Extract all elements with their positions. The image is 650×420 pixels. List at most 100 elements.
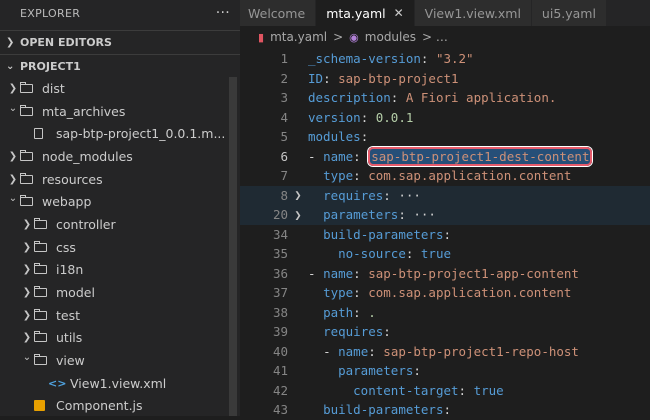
- line-number: 1: [280, 51, 288, 67]
- code-line[interactable]: 20 ❯ parameters: ···: [240, 205, 650, 225]
- tree-item-component-js[interactable]: Component.js: [0, 395, 240, 418]
- tree-item-label: sap-btp-project1_0.0.1.m...: [56, 126, 226, 142]
- breadcrumb: ▮ mta.yaml > ◉ modules > …: [240, 26, 650, 48]
- folder-icon-shape: [34, 263, 47, 275]
- tab-welcome[interactable]: Welcome: [240, 0, 317, 26]
- code-line[interactable]: 2 ID: sap-btp-project1: [240, 69, 650, 89]
- folder-icon: [20, 104, 38, 116]
- explorer-scrollbar[interactable]: [229, 77, 237, 416]
- tree-item-utils[interactable]: ❯ utils: [0, 327, 240, 350]
- tab-view1-view-xml[interactable]: View1.view.xml: [414, 0, 532, 26]
- tree-item-test[interactable]: ❯ test: [0, 304, 240, 327]
- tree-item-label: mta_archives: [42, 103, 126, 119]
- project-section[interactable]: ⌄ PROJECT1: [0, 54, 240, 77]
- code-line[interactable]: 34 build-parameters:: [240, 225, 650, 245]
- tree-item-sap-btp-project1-0-0-1-m[interactable]: sap-btp-project1_0.0.1.m...: [0, 122, 240, 145]
- code-line[interactable]: 4 version: 0.0.1: [240, 108, 650, 128]
- chevron-down-icon: ⌄: [6, 60, 15, 72]
- tree-item-label: css: [56, 239, 76, 255]
- file-icon: [34, 128, 52, 140]
- code-text: build-parameters:: [323, 226, 452, 242]
- close-icon[interactable]: ✕: [394, 6, 404, 20]
- chevron-right-icon: ❯: [22, 287, 32, 299]
- code-line[interactable]: 1 _schema-version: "3.2": [240, 49, 650, 69]
- tree-item-controller[interactable]: ❯ controller: [0, 213, 240, 236]
- code-line[interactable]: 40 - name: sap-btp-project1-repo-host: [240, 342, 650, 362]
- breadcrumb-more[interactable]: > …: [422, 30, 448, 44]
- chevron-down-icon: ⌄: [8, 193, 18, 205]
- code-line[interactable]: 8 ❯ requires: ···: [240, 185, 650, 205]
- tree-item-view[interactable]: ⌄ view: [0, 349, 240, 372]
- code-editor[interactable]: 1 _schema-version: "3.2" 2 ID: sap-btp-proj…: [240, 49, 650, 420]
- chevron-right-icon: ❯: [8, 82, 18, 94]
- chevron-right-icon: ❯: [8, 150, 18, 162]
- editor-tabs: Welcome mta.yaml ✕ View1.view.xml ui5.yaml: [240, 0, 650, 26]
- code-text: parameters:: [338, 363, 421, 379]
- fold-chevron-icon[interactable]: ❯: [288, 208, 308, 222]
- folder-icon: [20, 195, 38, 207]
- code-text: - name: sap-btp-project1-repo-host: [323, 343, 579, 359]
- code-line[interactable]: 7 type: com.sap.application.content: [240, 166, 650, 186]
- tree-item-model[interactable]: ❯ model: [0, 281, 240, 304]
- folder-icon-shape: [20, 104, 33, 116]
- tree-item-node-modules[interactable]: ❯ node_modules: [0, 145, 240, 168]
- folder-icon-shape: [34, 286, 47, 298]
- tab-ui5-yaml[interactable]: ui5.yaml: [531, 0, 607, 26]
- folder-icon-shape: [34, 240, 47, 252]
- tree-item-webapp[interactable]: ⌄ webapp: [0, 190, 240, 213]
- xml-file-icon: <>: [48, 377, 66, 390]
- tree-item-resources[interactable]: ❯ resources: [0, 168, 240, 191]
- line-number: 7: [280, 168, 288, 184]
- breadcrumb-section[interactable]: modules: [365, 30, 416, 44]
- line-number: 2: [280, 70, 288, 86]
- code-line[interactable]: 35 no-source: true: [240, 244, 650, 264]
- chevron-down-icon: ⌄: [22, 352, 32, 364]
- folder-icon: [20, 81, 38, 93]
- folder-icon-shape: [20, 195, 33, 207]
- tree-item-i18n[interactable]: ❯ i18n: [0, 259, 240, 282]
- code-line[interactable]: 38 path: .: [240, 303, 650, 323]
- line-number: 6: [280, 148, 288, 164]
- tab-mta-yaml[interactable]: mta.yaml ✕: [316, 0, 415, 26]
- code-text: - name: sap-btp-project1-app-content: [308, 265, 579, 281]
- tree-item-label: model: [56, 285, 95, 301]
- breadcrumb-file[interactable]: mta.yaml: [270, 30, 327, 44]
- code-text: version: 0.0.1: [308, 109, 414, 125]
- code-line[interactable]: 39 requires:: [240, 322, 650, 342]
- more-actions-icon[interactable]: ···: [216, 5, 230, 21]
- tree-item-view1-view-xml[interactable]: <> View1.view.xml: [0, 372, 240, 395]
- open-editors-section[interactable]: ❯ OPEN EDITORS: [0, 30, 240, 53]
- code-line[interactable]: 3 description: A Fiori application.: [240, 88, 650, 108]
- line-number: 37: [272, 285, 288, 301]
- line-number: 40: [272, 343, 288, 359]
- line-number: 4: [280, 109, 288, 125]
- line-number: 3: [280, 90, 288, 106]
- folder-icon: [34, 354, 52, 366]
- fold-chevron-icon[interactable]: ❯: [288, 188, 308, 202]
- code-line[interactable]: 42 content-target: true: [240, 381, 650, 401]
- folder-icon-shape: [34, 331, 47, 343]
- code-line[interactable]: 41 parameters:: [240, 361, 650, 381]
- line-number: 5: [280, 129, 288, 145]
- code-line[interactable]: 43 build-parameters:: [240, 400, 650, 420]
- code-text: no-source: true: [338, 246, 452, 262]
- tree-item-mta-archives[interactable]: ⌄ mta_archives: [0, 100, 240, 123]
- selected-text-highlight[interactable]: sap-btp-project1-dest-content: [368, 146, 593, 166]
- tab-label: View1.view.xml: [424, 5, 521, 21]
- code-text: content-target: true: [353, 382, 504, 398]
- tab-label: Welcome: [248, 5, 306, 21]
- folder-icon-shape: [20, 172, 33, 184]
- js-file-icon-shape: [34, 400, 45, 412]
- js-file-icon: [34, 400, 52, 412]
- tree-item-css[interactable]: ❯ css: [0, 236, 240, 259]
- code-line[interactable]: 37 type: com.sap.application.content: [240, 283, 650, 303]
- breadcrumb-separator: >: [333, 30, 344, 44]
- code-text: description: A Fiori application.: [308, 90, 557, 106]
- open-editors-label: OPEN EDITORS: [20, 35, 112, 49]
- code-line[interactable]: 6 - name: sap-btp-project1-dest-content: [240, 146, 650, 167]
- tree-item-label: webapp: [42, 194, 92, 210]
- folder-icon: [20, 172, 38, 184]
- code-line[interactable]: 5 modules:: [240, 127, 650, 147]
- tree-item-dist[interactable]: ❯ dist: [0, 77, 240, 100]
- code-line[interactable]: 36 - name: sap-btp-project1-app-content: [240, 264, 650, 284]
